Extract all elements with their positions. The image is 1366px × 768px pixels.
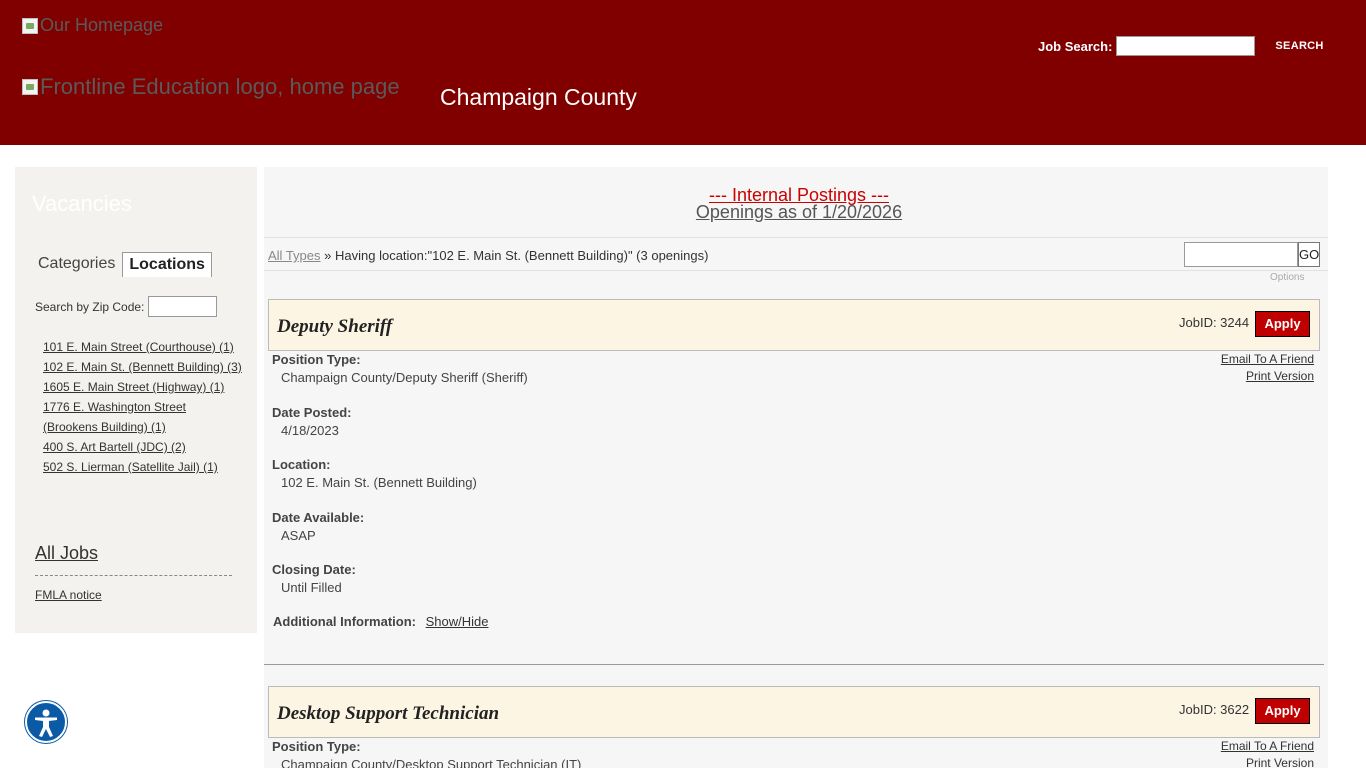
broken-image-icon: [22, 17, 38, 34]
sidebar-tabs: Categories Locations: [31, 251, 212, 277]
position-type-field: Position Type: Champaign County/Desktop …: [272, 739, 581, 768]
accessibility-button[interactable]: [25, 701, 67, 743]
date-available-label: Date Available:: [272, 510, 365, 525]
location-link[interactable]: 400 S. Art Bartell (JDC) (2): [43, 440, 186, 454]
list-item: 1605 E. Main Street (Highway) (1): [43, 377, 243, 397]
additional-info-label: Additional Information:: [273, 614, 416, 629]
list-item: 400 S. Art Bartell (JDC) (2): [43, 437, 243, 457]
position-type-label: Position Type:: [272, 739, 361, 754]
broken-image-icon: [22, 79, 38, 95]
zip-label: Search by Zip Code:: [35, 299, 145, 314]
breadcrumb-separator: »: [324, 248, 332, 263]
accessibility-icon: [35, 709, 57, 737]
sidebar-divider: [35, 575, 232, 576]
date-available-field: Date Available: ASAP: [272, 510, 364, 543]
location-link[interactable]: 102 E. Main St. (Bennett Building) (3): [43, 360, 242, 374]
closing-date-value: Until Filled: [281, 580, 342, 595]
tab-categories[interactable]: Categories: [31, 251, 122, 277]
fmla-notice-link[interactable]: FMLA notice: [35, 588, 102, 602]
main-content: --- Internal Postings --- Openings as of…: [264, 167, 1328, 768]
location-link[interactable]: 1605 E. Main Street (Highway) (1): [43, 380, 224, 394]
job-id: JobID: 3622: [1179, 702, 1250, 717]
zip-search: Search by Zip Code:: [35, 296, 218, 317]
location-link[interactable]: 502 S. Lierman (Satellite Jail) (1): [43, 460, 218, 474]
job-links: Email To A Friend Print Version: [1221, 351, 1314, 385]
date-available-value: ASAP: [281, 528, 316, 543]
apply-button[interactable]: Apply: [1255, 698, 1310, 724]
date-posted-label: Date Posted:: [272, 405, 352, 420]
print-version-link[interactable]: Print Version: [1221, 755, 1314, 768]
location-list: 101 E. Main Street (Courthouse) (1) 102 …: [43, 337, 243, 477]
openings-date-title[interactable]: Openings as of 1/20/2026: [264, 202, 1334, 223]
organization-name: Champaign County: [440, 84, 637, 110]
logo-link[interactable]: Frontline Education logo, home page: [22, 74, 400, 100]
options-link[interactable]: Options: [1270, 272, 1304, 283]
sidebar-title: Vacancies: [32, 191, 132, 216]
breadcrumb-current: Having location:"102 E. Main St. (Bennet…: [335, 248, 709, 263]
filter-bar: All Types » Having location:"102 E. Main…: [264, 237, 1328, 271]
job-divider: [264, 664, 1324, 665]
email-friend-link[interactable]: Email To A Friend: [1221, 738, 1314, 755]
additional-info: Additional Information: Show/Hide: [273, 614, 488, 629]
show-hide-link[interactable]: Show/Hide: [426, 614, 489, 629]
zip-input[interactable]: [148, 296, 218, 317]
position-type-label: Position Type:: [272, 352, 361, 367]
position-type-field: Position Type: Champaign County/Deputy S…: [272, 352, 528, 385]
location-link[interactable]: 101 E. Main Street (Courthouse) (1): [43, 340, 234, 354]
date-posted-value: 4/18/2023: [281, 423, 339, 438]
sidebar: Vacancies Categories Locations Search by…: [15, 167, 257, 633]
position-type-value: Champaign County/Desktop Support Technic…: [281, 757, 582, 768]
tab-locations[interactable]: Locations: [122, 252, 212, 277]
job-search-form: Job Search: SEARCH: [1038, 36, 1324, 56]
homepage-link[interactable]: Our Homepage: [22, 15, 163, 36]
job-id: JobID: 3244: [1179, 315, 1250, 330]
position-type-value: Champaign County/Deputy Sheriff (Sheriff…: [281, 370, 528, 385]
logo-alt-text: Frontline Education logo, home page: [40, 74, 400, 99]
breadcrumb: All Types » Having location:"102 E. Main…: [268, 248, 708, 263]
location-link[interactable]: 1776 E. Washington Street (Brookens Buil…: [43, 400, 186, 434]
job-header: Desktop Support Technician JobID: 3622 A…: [268, 686, 1320, 738]
list-item: 101 E. Main Street (Courthouse) (1): [43, 337, 243, 357]
filter-input[interactable]: [1184, 242, 1298, 267]
closing-date-label: Closing Date:: [272, 562, 356, 577]
site-header: Our Homepage Frontline Education logo, h…: [0, 0, 1366, 145]
list-item: 1776 E. Washington Street (Brookens Buil…: [43, 397, 243, 437]
job-search-input[interactable]: [1116, 36, 1256, 56]
location-field: Location: 102 E. Main St. (Bennett Build…: [272, 457, 477, 490]
apply-button[interactable]: Apply: [1255, 311, 1310, 337]
search-button[interactable]: SEARCH: [1275, 40, 1323, 52]
job-search-label: Job Search:: [1038, 38, 1113, 54]
list-item: 102 E. Main St. (Bennett Building) (3): [43, 357, 243, 377]
job-header: Deputy Sheriff JobID: 3244 Apply: [268, 299, 1320, 351]
list-item: 502 S. Lierman (Satellite Jail) (1): [43, 457, 243, 477]
date-posted-field: Date Posted: 4/18/2023: [272, 405, 351, 438]
location-value: 102 E. Main St. (Bennett Building): [281, 475, 477, 490]
job-title: Deputy Sheriff: [277, 316, 393, 337]
homepage-link-label: Our Homepage: [40, 15, 164, 35]
closing-date-field: Closing Date: Until Filled: [272, 562, 356, 595]
go-button[interactable]: GO: [1298, 242, 1320, 267]
job-title: Desktop Support Technician: [277, 703, 500, 724]
email-friend-link[interactable]: Email To A Friend: [1221, 351, 1314, 368]
location-label: Location:: [272, 457, 331, 472]
print-version-link[interactable]: Print Version: [1221, 368, 1314, 385]
all-types-link[interactable]: All Types: [268, 248, 321, 263]
all-jobs-link[interactable]: All Jobs: [35, 543, 98, 564]
job-links: Email To A Friend Print Version: [1221, 738, 1314, 768]
